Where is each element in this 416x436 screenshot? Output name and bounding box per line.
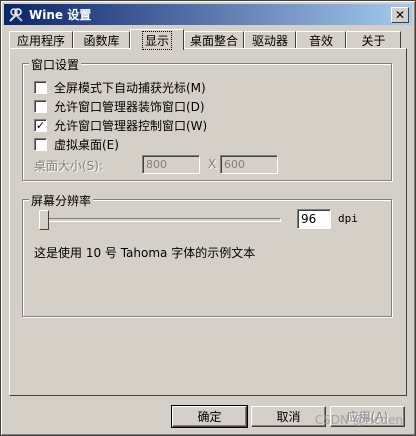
- tab-desktop-integration[interactable]: 桌面整合: [184, 31, 244, 49]
- size-separator: X: [208, 157, 217, 171]
- decorate-windows-option[interactable]: 允许窗口管理器装饰窗口(D): [34, 98, 205, 115]
- capture-mouse-option[interactable]: 全屏模式下自动捕获光标(M): [34, 79, 206, 96]
- dpi-unit-label: dpi: [338, 212, 358, 225]
- wine-settings-window: Wine 设置 ✕ 应用程序 函数库 显示 桌面整合 驱动器 音效 关于 窗口设…: [0, 0, 416, 436]
- virtual-desktop-checkbox[interactable]: [34, 138, 47, 151]
- tab-about[interactable]: 关于: [346, 31, 401, 49]
- graphics-panel: 窗口设置 全屏模式下自动捕获光标(M) 允许窗口管理器装饰窗口(D) ✓ 允许窗…: [9, 48, 407, 396]
- screen-resolution-title: 屏幕分辨率: [29, 192, 94, 209]
- desktop-width-input[interactable]: 800: [142, 155, 200, 174]
- window-settings-title: 窗口设置: [29, 56, 82, 73]
- desktop-size-label: 桌面大小(S):: [34, 159, 104, 173]
- screen-resolution-group: 屏幕分辨率 96 dpi 这是使用 10 号 Tahoma 字体的示例文本: [22, 192, 392, 317]
- control-windows-label: 允许窗口管理器控制窗口(W): [54, 119, 208, 133]
- dpi-slider-thumb[interactable]: [39, 210, 49, 230]
- dpi-slider-track[interactable]: [39, 218, 281, 222]
- checkmark-icon: ✓: [35, 119, 46, 132]
- ok-button[interactable]: 确定: [171, 405, 248, 428]
- tab-drives[interactable]: 驱动器: [244, 31, 296, 49]
- desktop-height-input[interactable]: 600: [220, 155, 278, 174]
- tab-applications[interactable]: 应用程序: [9, 31, 73, 49]
- title-bar[interactable]: Wine 设置 ✕: [4, 4, 412, 25]
- control-windows-checkbox[interactable]: ✓: [34, 119, 47, 132]
- virtual-desktop-option[interactable]: 虚拟桌面(E): [34, 136, 119, 153]
- decorate-windows-checkbox[interactable]: [34, 100, 47, 113]
- wine-tools-icon: [7, 6, 25, 24]
- window-settings-group: 窗口设置 全屏模式下自动捕获光标(M) 允许窗口管理器装饰窗口(D) ✓ 允许窗…: [22, 56, 392, 181]
- tab-graphics[interactable]: 显示: [130, 29, 184, 50]
- watermark-text: CSDN @Hcden: [314, 413, 403, 427]
- tab-audio[interactable]: 音效: [296, 31, 346, 49]
- capture-mouse-label: 全屏模式下自动捕获光标(M): [54, 81, 206, 95]
- tab-libraries[interactable]: 函数库: [73, 31, 130, 49]
- dpi-input[interactable]: 96: [297, 209, 331, 229]
- virtual-desktop-label: 虚拟桌面(E): [54, 138, 119, 152]
- window-title: Wine 设置: [29, 8, 92, 22]
- close-button[interactable]: ✕: [391, 6, 409, 23]
- control-windows-option[interactable]: ✓ 允许窗口管理器控制窗口(W): [34, 117, 207, 134]
- tab-bar: 应用程序 函数库 显示 桌面整合 驱动器 音效 关于: [9, 29, 401, 50]
- capture-mouse-checkbox[interactable]: [34, 81, 47, 94]
- font-sample-text: 这是使用 10 号 Tahoma 字体的示例文本: [34, 246, 256, 260]
- decorate-windows-label: 允许窗口管理器装饰窗口(D): [54, 100, 205, 114]
- close-icon: ✕: [394, 7, 406, 22]
